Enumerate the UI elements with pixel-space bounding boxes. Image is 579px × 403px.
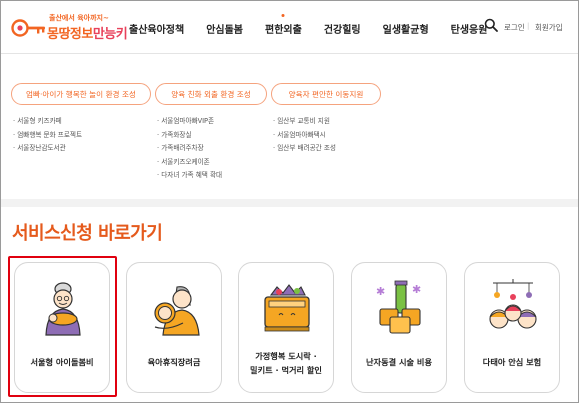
menu-item[interactable]: · 서울엄마아빠택시 [273,129,336,143]
father-holding-baby-icon [154,286,200,336]
site-logo[interactable]: 출산에서 육아까지~ 몽땅정보만능키 [11,8,128,46]
nav-item-comfortable-outing[interactable]: 편한외출 [265,21,302,36]
nav-item-safe-care[interactable]: 안심돌봄 [206,21,243,36]
svg-text:✱: ✱ [412,283,421,296]
menu-item[interactable]: · 서울키즈오케이존 [157,156,222,170]
nav-item-birth-support[interactable]: 탄생응원 [451,21,488,36]
lunchbox-icon [264,284,310,332]
menu-column-play: · 서울형 키즈카페 · 엄빠행복 문화 프로젝트 · 서울장난감도서관 [13,115,82,156]
login-link[interactable]: 로그인 [504,22,525,33]
section-divider [1,199,578,207]
menu-item[interactable]: · 서울장난감도서관 [13,142,82,156]
multiple-babies-icon [489,279,537,329]
service-card-lunchbox-discount[interactable]: 가정행복 도시락 · 밀키트 · 먹거리 할인 [238,262,334,393]
mega-menu: 엄빠·아이가 행복한 놀이 환경 조성 양육 친화 외출 환경 조성 양육자 편… [1,54,578,200]
service-card-multiple-birth-insurance[interactable]: 다태아 안심 보험 [464,262,560,393]
menu-item[interactable]: · 가족배려주차장 [157,142,222,156]
menu-item[interactable]: · 엄빠행복 문화 프로젝트 [13,129,82,143]
menu-item[interactable]: · 가족화장실 [157,129,222,143]
search-icon[interactable] [484,18,498,32]
util-separator: | [527,22,530,30]
card-label: 서울형 아이돌봄비 [30,357,94,367]
card-label: 다태아 안심 보험 [482,357,542,367]
card-label: 가정행복 도시락 · 밀키트 · 먹거리 할인 [241,349,331,377]
card-label-line1: 가정행복 도시락 · [255,351,317,361]
svg-text:✱: ✱ [376,285,385,298]
card-label: 난자동결 시술 비용 [366,357,432,367]
service-card-egg-freezing[interactable]: ✱ ✱ 난자동결 시술 비용 [351,262,447,393]
egg-freezing-test-tube-icon: ✱ ✱ [376,280,421,334]
menu-category-play-environment[interactable]: 엄빠·아이가 행복한 놀이 환경 조성 [11,83,151,105]
nav-item-work-life-balance[interactable]: 일생활균형 [383,21,429,36]
menu-column-mobility: · 임산부 교통비 지원 · 서울엄마아빠택시 · 임산부 배려공간 조성 [273,115,336,156]
menu-category-outing-environment[interactable]: 양육 친화 외출 환경 조성 [155,83,267,105]
services-section-title: 서비스신청 바로가기 [12,223,163,244]
logo-title-part1: 몽땅정보 [47,27,93,42]
site-header: 출산에서 육아까지~ 몽땅정보만능키 출산육아정책 안심돌봄 편한외출 건강힐링… [1,1,578,53]
menu-item[interactable]: · 서울엄마아빠VIP존 [157,115,222,129]
card-label-line2: 밀키트 · 먹거리 할인 [250,365,322,375]
menu-item[interactable]: · 임산부 교통비 지원 [273,115,336,129]
menu-item[interactable]: · 다자녀 가족 혜택 확대 [157,169,222,183]
card-label: 육아휴직장려금 [147,357,201,367]
main-nav: 출산육아정책 안심돌봄 편한외출 건강힐링 일생활균형 탄생응원 [129,21,509,36]
nav-item-health-healing[interactable]: 건강힐링 [324,21,361,36]
menu-item[interactable]: · 서울형 키즈카페 [13,115,82,129]
service-card-childcare-cost[interactable]: 서울형 아이돌봄비 [14,262,110,393]
menu-column-outing: · 서울엄마아빠VIP존 · 가족화장실 · 가족배려주차장 · 서울키즈오케이… [157,115,222,183]
nav-item-childbirth-policy[interactable]: 출산육아정책 [129,21,184,36]
logo-title-part2: 만능키 [92,27,128,42]
menu-item[interactable]: · 임산부 배려공간 조성 [273,142,336,156]
join-link[interactable]: 회원가입 [535,22,563,33]
grandmother-with-baby-icon [45,282,81,336]
menu-category-mobility-support[interactable]: 양육자 편안한 이동지원 [271,83,381,105]
logo-subtitle: 출산에서 육아까지~ [49,14,109,22]
logo-title: 몽땅정보만능키 [47,23,128,42]
key-logo-icon [11,19,45,37]
service-card-parental-leave-incentive[interactable]: 육아휴직장려금 [126,262,222,393]
